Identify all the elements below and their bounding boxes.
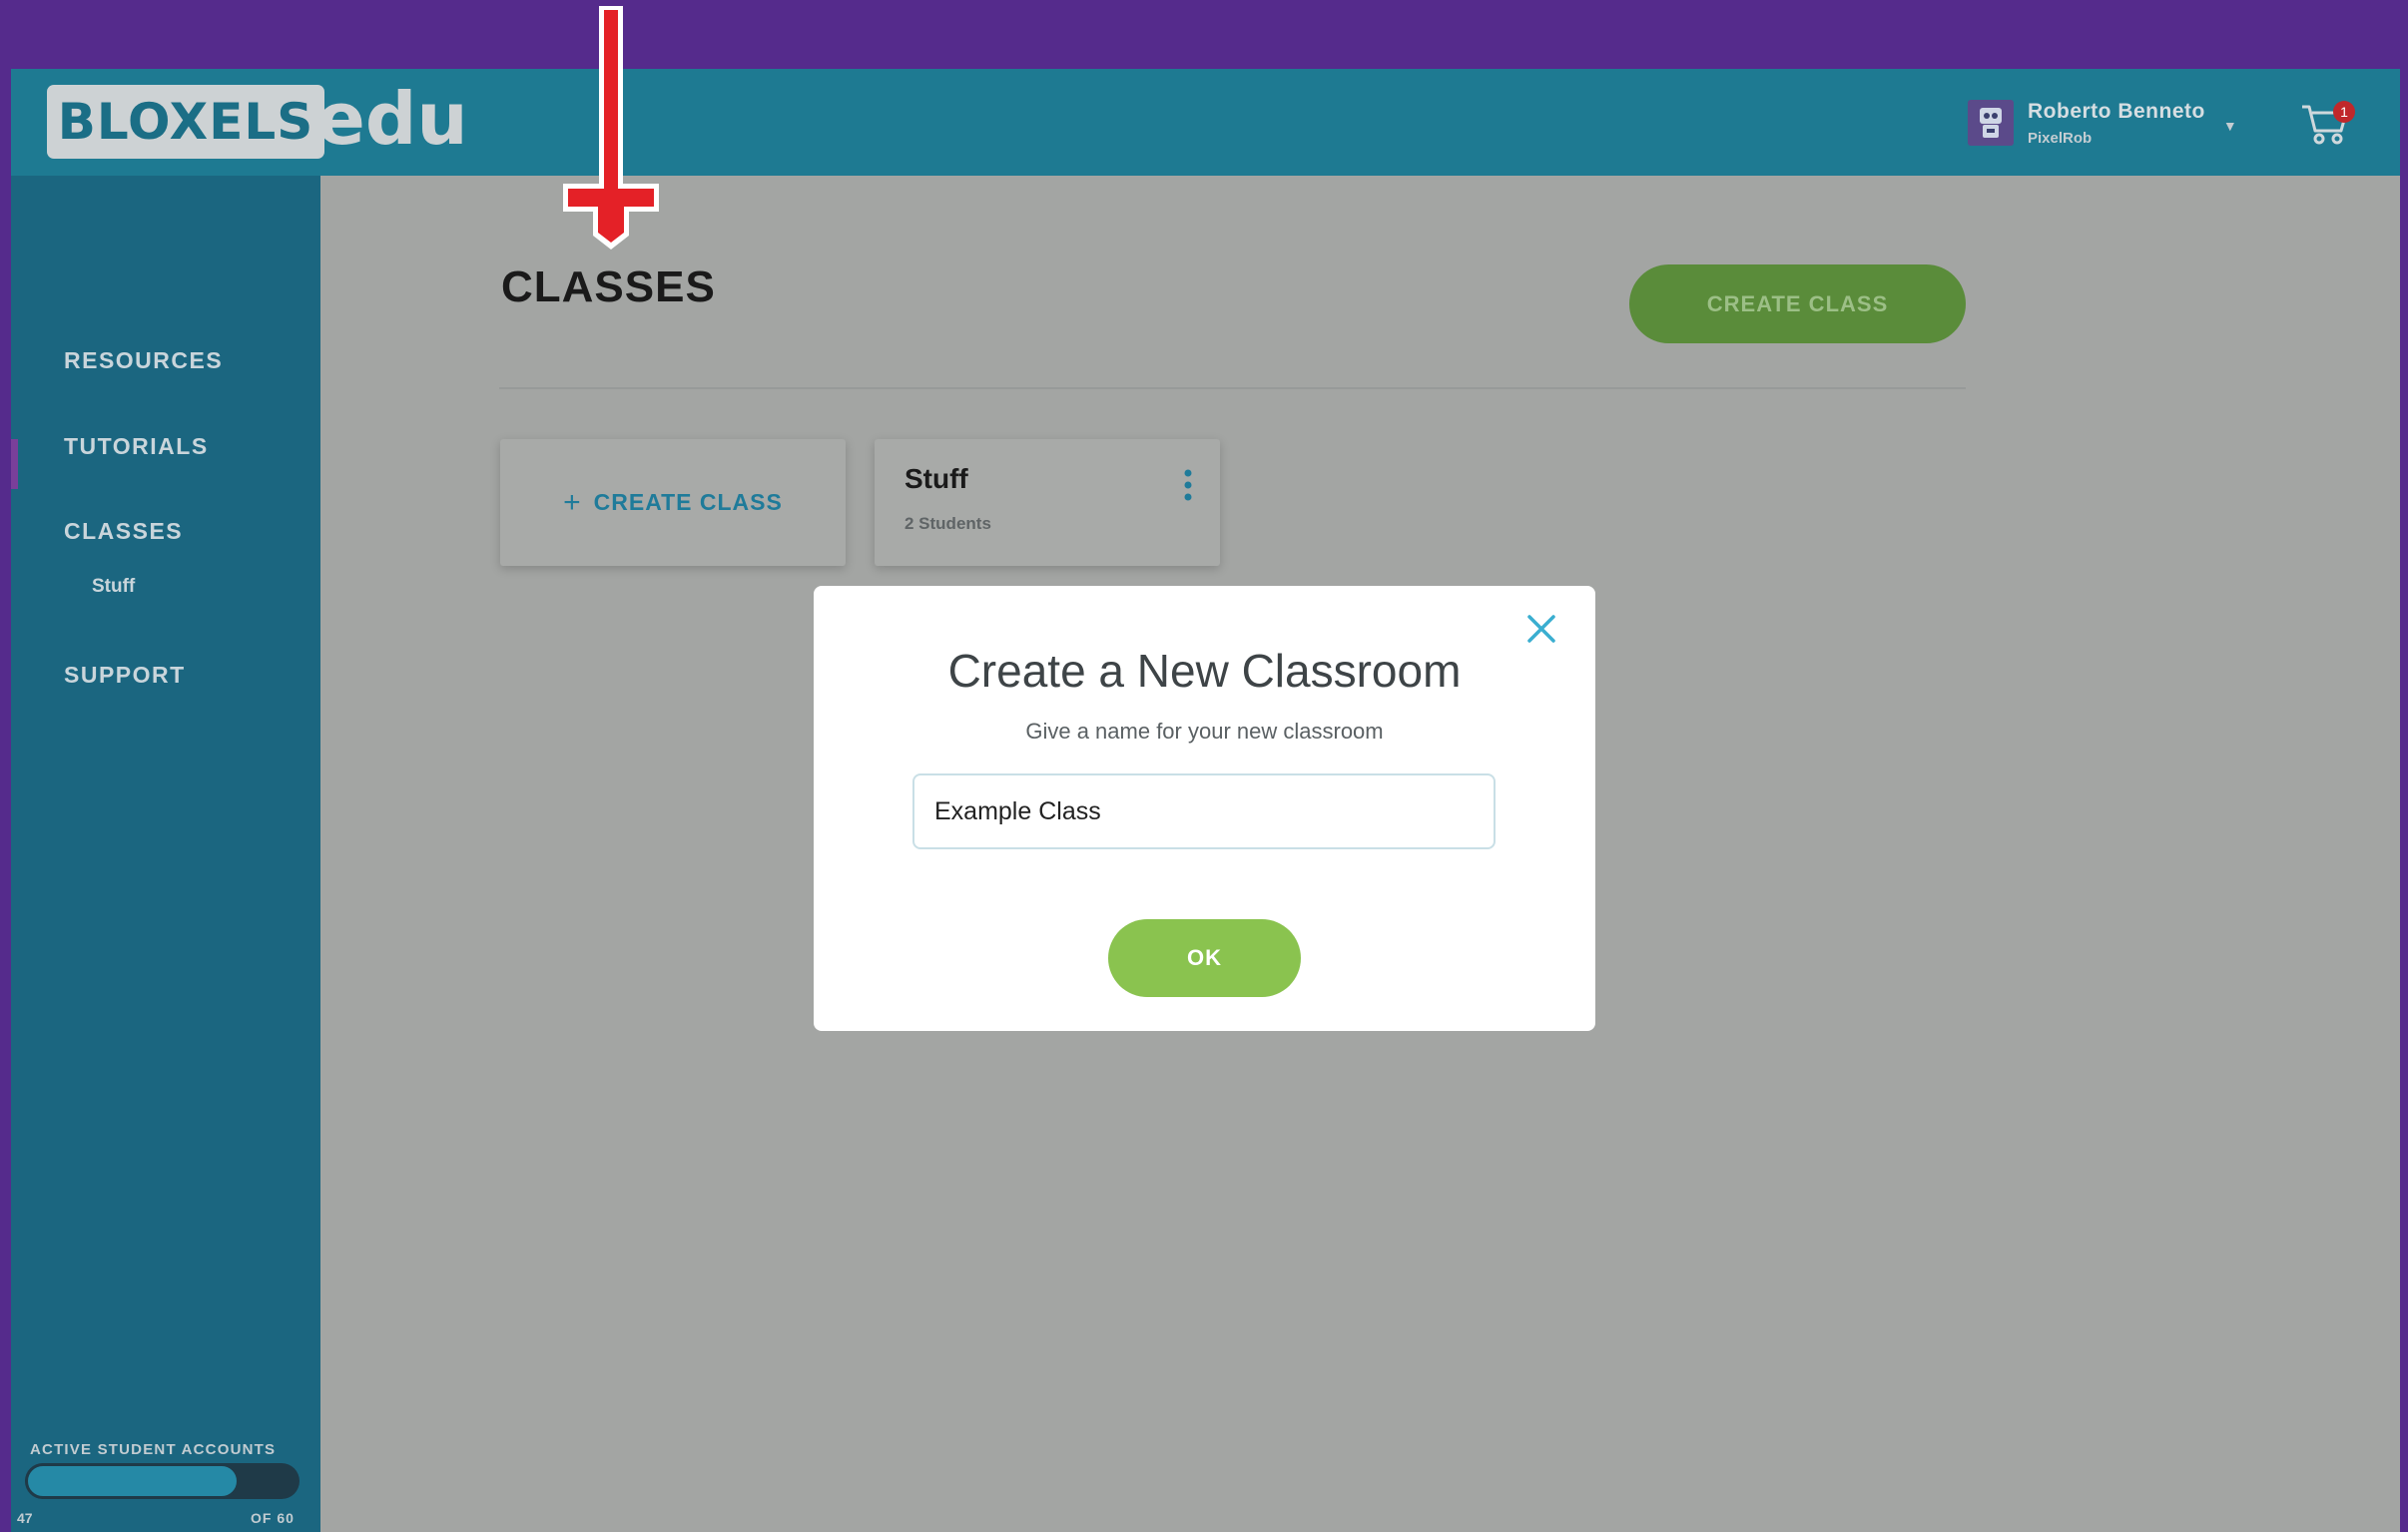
robot-avatar-icon	[1980, 108, 2002, 138]
accounts-progress-fill	[25, 1463, 240, 1499]
modal-subtitle: Give a name for your new classroom	[1025, 719, 1384, 744]
class-name: Stuff	[904, 463, 968, 494]
ok-button[interactable]: OK	[1108, 919, 1301, 997]
divider	[499, 387, 1966, 389]
sidebar-item-tutorials[interactable]: TUTORIALS	[64, 433, 209, 460]
user-menu[interactable]: Roberto Benneto PixelRob ▼	[1968, 97, 2237, 149]
create-class-card-label: CREATE CLASS	[593, 489, 783, 515]
class-card[interactable]: Stuff 2 Students	[875, 439, 1220, 566]
cart-count-badge: 1	[2333, 101, 2355, 123]
app-window: BLOXELS edu Roberto Benneto PixelRob ▼ 1…	[11, 69, 2400, 1532]
edu-logo: edu	[316, 77, 468, 161]
red-pointer-arrow-icon	[563, 6, 659, 250]
user-name: Roberto Benneto	[2028, 99, 2205, 123]
create-class-button[interactable]: CREATE CLASS	[1629, 264, 1966, 343]
plus-icon: +	[563, 485, 582, 519]
sidebar: RESOURCES TUTORIALS CLASSES Stuff SUPPOR…	[11, 176, 320, 1532]
bloxels-logo[interactable]: BLOXELS	[47, 85, 324, 159]
classroom-name-input[interactable]	[912, 773, 1496, 849]
modal-title: Create a New Classroom	[947, 645, 1462, 697]
page-title: CLASSES	[501, 262, 716, 311]
user-info: Roberto Benneto PixelRob	[2028, 100, 2205, 147]
sidebar-item-support[interactable]: SUPPORT	[64, 662, 186, 689]
sidebar-item-classes[interactable]: CLASSES	[64, 518, 183, 545]
kebab-menu-icon[interactable]	[1180, 467, 1196, 503]
sidebar-subitem-stuff[interactable]: Stuff	[92, 576, 135, 598]
avatar	[1968, 100, 2014, 146]
accounts-total: OF 60	[251, 1510, 295, 1526]
accounts-used: 47	[17, 1510, 33, 1526]
active-indicator	[11, 439, 18, 489]
create-class-card[interactable]: + CREATE CLASS	[500, 439, 846, 566]
accounts-label: ACTIVE STUDENT ACCOUNTS	[30, 1441, 277, 1458]
close-icon[interactable]	[1524, 612, 1558, 646]
sidebar-item-resources[interactable]: RESOURCES	[64, 347, 223, 374]
top-header: BLOXELS edu Roberto Benneto PixelRob ▼	[11, 69, 2400, 176]
create-classroom-modal: Create a New Classroom Give a name for y…	[814, 586, 1595, 1031]
accounts-progress-bar	[25, 1463, 300, 1499]
chevron-down-icon[interactable]: ▼	[2223, 118, 2237, 134]
class-student-count: 2 Students	[904, 514, 991, 533]
user-handle: PixelRob	[2028, 129, 2093, 147]
